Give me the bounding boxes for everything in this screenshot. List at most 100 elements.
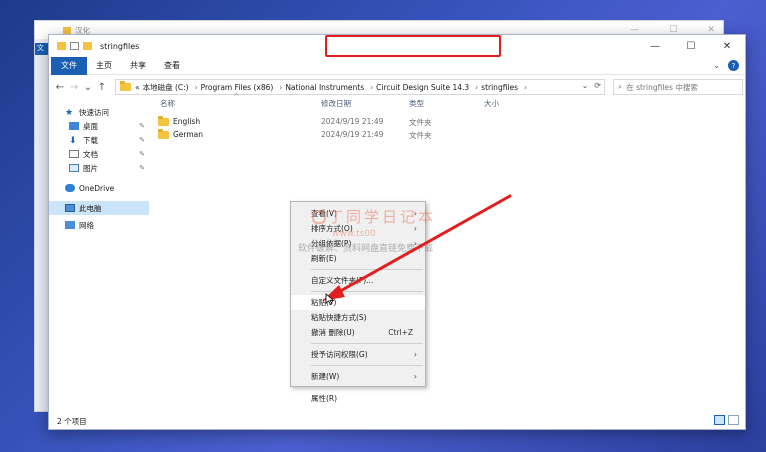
menu-item-new[interactable]: 新建(W) › (291, 369, 425, 384)
folder-icon (63, 26, 71, 34)
folder-icon (158, 115, 169, 126)
up-button[interactable]: ↑ (95, 82, 109, 93)
tab-view[interactable]: 查看 (155, 57, 189, 75)
maximize-button[interactable]: ☐ (673, 35, 709, 57)
menu-label: 查看(V) (311, 209, 337, 218)
large-icons-view-icon[interactable] (728, 415, 739, 425)
menu-label: 授予访问权限(G) (311, 350, 368, 359)
submenu-arrow-icon: › (413, 239, 417, 248)
menu-item-undo-delete[interactable]: 撤消 删除(U) Ctrl+Z (291, 325, 425, 340)
breadcrumb-separator[interactable]: › (195, 83, 198, 92)
pin-icon[interactable]: ✎ (139, 164, 145, 172)
ribbon-tabs: 文件 主页 共享 查看 ⌄ ? (49, 56, 745, 75)
column-type[interactable]: 类型 (409, 98, 424, 109)
breadcrumb-separator[interactable]: › (524, 83, 527, 92)
computer-icon (65, 204, 75, 212)
mouse-cursor-icon (325, 293, 335, 305)
pin-icon[interactable]: ✎ (139, 122, 145, 130)
status-bar: 2 个项目 (49, 413, 745, 429)
table-row[interactable]: German 2024/9/19 21:49 文件夹 (153, 128, 745, 141)
submenu-arrow-icon: › (413, 224, 417, 233)
nav-desktop[interactable]: 桌面 ✎ (49, 119, 149, 133)
details-view-icon[interactable] (714, 415, 725, 425)
menu-item-refresh[interactable]: 刷新(E) (291, 251, 425, 266)
address-dropdown-icon[interactable]: ⌄ (582, 81, 589, 90)
file-name: English (173, 117, 201, 126)
new-folder-icon[interactable] (83, 42, 92, 50)
nav-label: 网络 (79, 220, 94, 230)
folder-icon (57, 42, 66, 50)
nav-onedrive[interactable]: OneDrive (49, 181, 149, 195)
column-headers: ^ 名称 修改日期 类型 大小 (153, 92, 745, 111)
menu-label: 自定义文件夹(F)... (311, 276, 374, 285)
menu-separator (311, 387, 423, 388)
nav-downloads[interactable]: ⬇ 下载 ✎ (49, 133, 149, 147)
breadcrumb-separator[interactable]: › (370, 83, 373, 92)
breadcrumb-drive[interactable]: 本地磁盘 (C:) (143, 82, 189, 93)
menu-separator (311, 343, 423, 344)
breadcrumb-program-files[interactable]: Program Files (x86) (201, 83, 274, 92)
menu-item-customize[interactable]: 自定义文件夹(F)... (291, 273, 425, 288)
menu-item-give-access[interactable]: 授予访问权限(G) › (291, 347, 425, 362)
address-bar[interactable]: « 本地磁盘 (C:) › Program Files (x86) › Nati… (115, 79, 605, 95)
nav-network[interactable]: 网络 (49, 218, 149, 232)
pin-icon[interactable]: ✎ (139, 136, 145, 144)
forward-button[interactable]: → (67, 82, 81, 93)
column-date[interactable]: 修改日期 (321, 98, 351, 109)
file-type: 文件夹 (409, 131, 432, 140)
window-title: stringfiles (100, 41, 140, 51)
pin-icon[interactable]: ✎ (139, 150, 145, 158)
breadcrumb-circuit-design-suite[interactable]: Circuit Design Suite 14.3 (376, 83, 469, 92)
nav-label: 图片 (83, 163, 98, 173)
breadcrumb-national-instruments[interactable]: National Instruments (285, 83, 364, 92)
back-button[interactable]: ← (53, 82, 67, 93)
menu-item-paste[interactable]: 粘贴(P) (291, 295, 425, 310)
refresh-icon[interactable]: ⟳ (594, 81, 601, 90)
menu-item-paste-shortcut[interactable]: 粘贴快捷方式(S) (291, 310, 425, 325)
menu-item-properties[interactable]: 属性(R) (291, 391, 425, 406)
nav-documents[interactable]: 文档 ✎ (49, 147, 149, 161)
menu-separator (311, 365, 423, 366)
close-button[interactable]: ✕ (709, 35, 745, 57)
breadcrumb-stringfiles[interactable]: stringfiles (481, 83, 518, 92)
menu-shortcut: Ctrl+Z (388, 328, 413, 337)
menu-item-sort[interactable]: 排序方式(O) › (291, 221, 425, 236)
column-size[interactable]: 大小 (484, 98, 499, 109)
breadcrumb-separator[interactable]: › (475, 83, 478, 92)
menu-label: 撤消 删除(U) (311, 328, 355, 337)
menu-separator (311, 269, 423, 270)
star-icon: ★ (65, 108, 74, 118)
breadcrumb-overflow[interactable]: « (135, 83, 140, 92)
properties-icon[interactable] (70, 42, 79, 50)
menu-item-view[interactable]: 查看(V) › (291, 206, 425, 221)
column-name[interactable]: 名称 (160, 98, 175, 109)
background-file-tab[interactable]: 文 (35, 43, 49, 55)
menu-label: 粘贴快捷方式(S) (311, 313, 367, 322)
menu-label: 属性(R) (311, 394, 338, 403)
nav-label: 下载 (83, 135, 98, 145)
nav-quick-access[interactable]: ★ 快速访问 (49, 105, 149, 119)
nav-this-pc[interactable]: 此电脑 (49, 201, 149, 215)
file-type: 文件夹 (409, 118, 432, 127)
minimize-button[interactable]: — (637, 35, 673, 57)
navigation-pane: ★ 快速访问 桌面 ✎ ⬇ 下载 ✎ 文档 ✎ 图片 ✎ OneDrive 此电… (49, 99, 149, 413)
help-icon[interactable]: ? (728, 60, 739, 71)
nav-label: 此电脑 (79, 203, 102, 213)
network-icon (65, 221, 75, 229)
recent-locations-button[interactable]: ⌄ (81, 82, 95, 93)
table-row[interactable]: English 2024/9/19 21:49 文件夹 (153, 115, 745, 128)
tab-home[interactable]: 主页 (87, 57, 121, 75)
document-icon (69, 150, 79, 158)
picture-icon (69, 164, 79, 172)
menu-label: 分组依据(P) (311, 239, 352, 248)
menu-item-group[interactable]: 分组依据(P) › (291, 236, 425, 251)
expand-ribbon-icon[interactable]: ⌄ (713, 61, 720, 70)
tab-file[interactable]: 文件 (51, 56, 87, 75)
submenu-arrow-icon: › (413, 209, 417, 218)
menu-label: 排序方式(O) (311, 224, 353, 233)
nav-pictures[interactable]: 图片 ✎ (49, 161, 149, 175)
breadcrumb-separator[interactable]: › (279, 83, 282, 92)
search-input[interactable]: ⌕ 在 stringfiles 中搜索 (613, 79, 743, 95)
tab-share[interactable]: 共享 (121, 57, 155, 75)
search-placeholder: 在 stringfiles 中搜索 (626, 82, 698, 92)
